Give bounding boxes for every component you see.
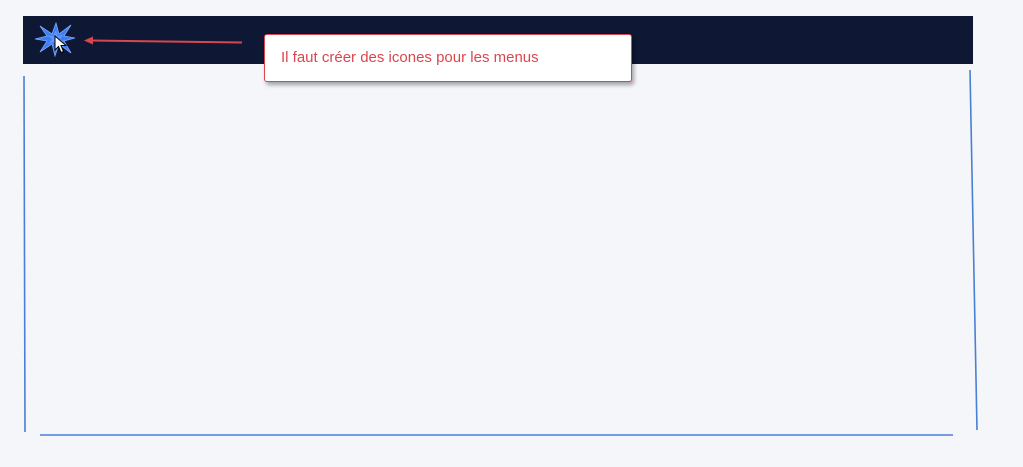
frame-left-line: [23, 75, 26, 433]
annotation-callout: Il faut créer des icones pour les menus: [264, 34, 632, 82]
frame-right-line: [969, 69, 978, 431]
annotation-arrow: [84, 36, 243, 45]
menu-logo-button[interactable]: [34, 22, 76, 58]
mouse-pointer-icon: [54, 35, 68, 54]
mockup-canvas: Il faut créer des icones pour les menus: [0, 0, 1023, 467]
annotation-text: Il faut créer des icones pour les menus: [281, 49, 539, 66]
